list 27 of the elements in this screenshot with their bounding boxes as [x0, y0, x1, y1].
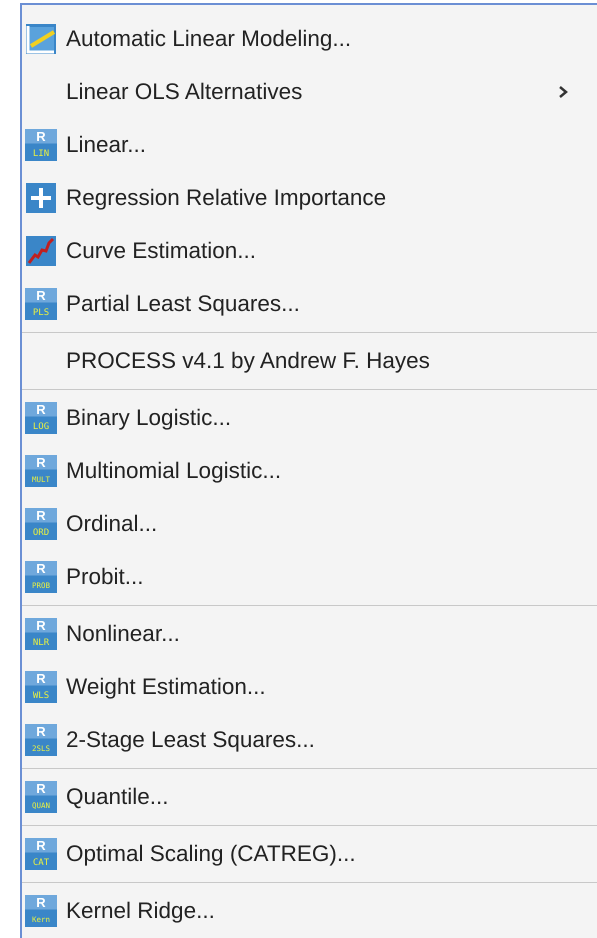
r-badge-icon: R CAT — [25, 838, 57, 870]
r-badge-icon: R NLR — [25, 618, 57, 650]
curve-chart-icon — [25, 234, 57, 266]
menu-item[interactable]: Kernel Ridge... — [66, 898, 215, 924]
menu-item[interactable]: Regression Relative Importance — [66, 184, 386, 210]
menu-item[interactable]: Linear... — [66, 132, 146, 158]
r-badge-icon: R LIN — [25, 128, 57, 160]
menu-item[interactable]: Optimal Scaling (CATREG)... — [66, 840, 356, 866]
chart-line-icon — [25, 22, 57, 54]
menu-item[interactable]: Automatic Linear Modeling... — [66, 26, 352, 52]
r-badge-icon: R ORD — [25, 508, 57, 540]
menu-item[interactable]: Probit... — [66, 564, 144, 590]
r-badge-icon: R PLS — [25, 288, 57, 320]
r-badge-icon: R LOG — [25, 402, 57, 434]
r-badge-icon: R WLS — [25, 670, 57, 702]
menu-item[interactable]: Nonlinear... — [66, 620, 180, 646]
menu-item[interactable]: Quantile... — [66, 784, 169, 810]
menu-item[interactable]: 2-Stage Least Squares... — [66, 726, 315, 752]
menu-item[interactable]: Weight Estimation... — [66, 674, 266, 700]
plus-icon — [25, 182, 57, 214]
menu-item[interactable]: Ordinal... — [66, 510, 158, 536]
menu-item[interactable]: Partial Least Squares... — [66, 290, 300, 316]
menu-item[interactable]: PROCESS v4.1 by Andrew F. Hayes — [66, 348, 430, 374]
menu-item[interactable]: Linear OLS Alternatives — [66, 78, 302, 104]
menu-item[interactable]: Binary Logistic... — [66, 404, 232, 430]
menu-item[interactable]: Multinomial Logistic... — [66, 458, 282, 484]
menu-item[interactable]: Curve Estimation... — [66, 238, 256, 264]
